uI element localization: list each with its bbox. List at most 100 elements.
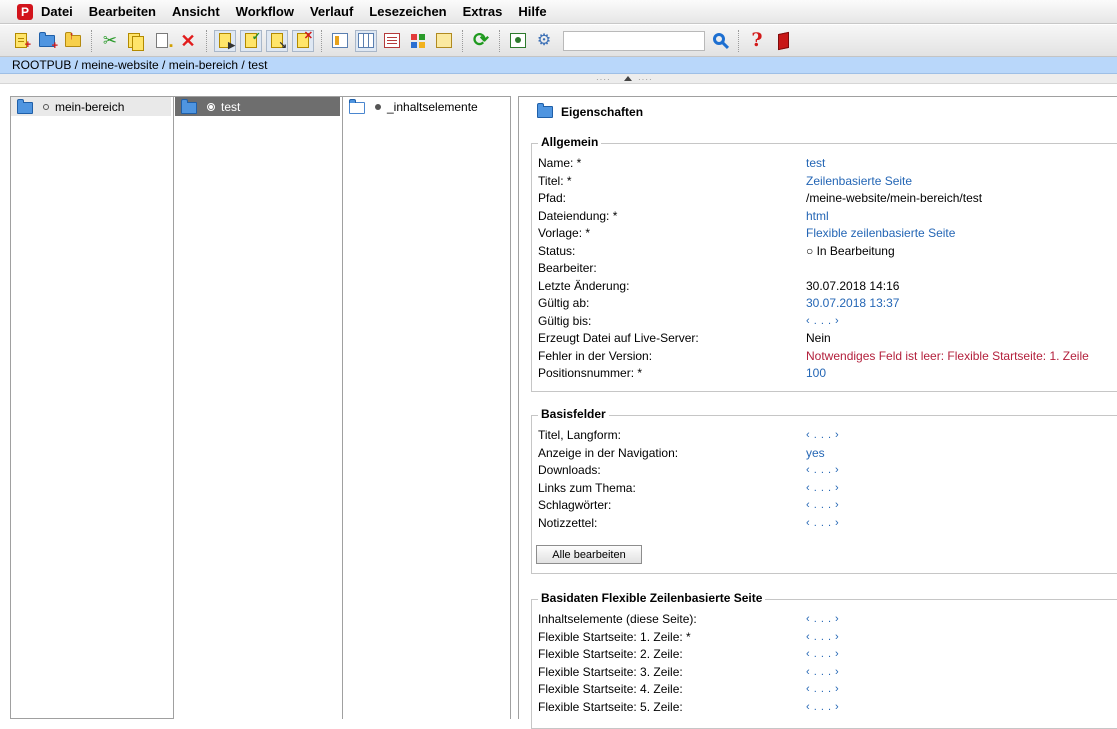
field-value-schlagwoerter[interactable]: ‹ . . . › [806,497,839,514]
column-1: mein-bereich [10,96,174,719]
field-value-links[interactable]: ‹ . . . › [806,480,839,497]
field-label: Notizzettel: [538,515,598,530]
folder-icon [349,99,365,114]
field-value-positionsnummer[interactable]: 100 [806,365,826,382]
new-page-icon[interactable]: + [10,30,32,52]
toolbar-separator [91,29,93,52]
field-label: Gültig bis: [538,313,592,328]
field-label: Gültig ab: [538,296,590,310]
fieldset-basisfelder: Basisfelder Titel, Langform: ‹ . . . › A… [531,407,1117,574]
edit-all-button[interactable]: Alle bearbeiten [536,545,642,564]
menu-lesezeichen[interactable]: Lesezeichen [361,0,454,24]
search-input[interactable] [563,30,705,51]
view-preview-icon[interactable] [433,30,455,52]
fieldset-basisdaten: Basidaten Flexible Zeilenbasierte Seite … [531,591,1117,729]
field-value-pfad: /meine-website/mein-bereich/test [806,191,983,205]
view-tiles-icon[interactable] [407,30,429,52]
view-columns-icon[interactable] [355,29,377,52]
menu-bearbeiten[interactable]: Bearbeiten [81,0,164,24]
field-label: Letzte Änderung: [538,278,630,293]
field-value-name[interactable]: test [806,155,825,172]
field-value-gueltig-ab[interactable]: 30.07.2018 13:37 [806,295,899,312]
new-folder-icon[interactable]: + [36,30,58,52]
fieldset-legend: Basisfelder [538,407,609,421]
field-value-titel[interactable]: Zeilenbasierte Seite [806,173,912,190]
field-value-letzte-aenderung: 30.07.2018 14:16 [806,278,900,293]
help-icon[interactable]: ? [746,30,768,52]
collapse-up-icon[interactable] [624,76,632,81]
field-value-dateiendung[interactable]: html [806,208,829,225]
preview-icon[interactable] [507,30,529,52]
status-selected-icon [207,102,215,111]
exit-icon[interactable] [772,30,794,52]
release-icon[interactable]: ✓ [240,29,262,52]
field-value-titel-langform[interactable]: ‹ . . . › [806,427,839,444]
app-logo-icon: P [17,3,33,20]
upload-icon[interactable]: ↑ [62,30,84,52]
view-list-icon[interactable] [329,30,351,52]
column-item-inhaltselemente[interactable]: _inhaltselemente [343,97,510,116]
field-label: Inhaltselemente (diese Seite): [538,612,697,626]
properties-title: Eigenschaften [537,103,644,119]
field-label: Flexible Startseite: 2. Zeile: [538,647,683,661]
column-3: _inhaltselemente [343,96,511,719]
field-label: Dateiendung: * [538,208,618,223]
menu-workflow[interactable]: Workflow [228,0,302,24]
column-item-mein-bereich[interactable]: mein-bereich [11,97,171,116]
approve-icon[interactable]: ↘ [266,29,288,52]
field-value-navigation[interactable]: yes [806,445,825,462]
move-icon[interactable]: ▶ [214,29,236,52]
status-open-icon [43,103,49,110]
splitter-grip-icon: ···· [638,75,653,84]
menu-verlauf[interactable]: Verlauf [302,0,361,24]
toolbar-separator [499,29,501,52]
field-label: Bearbeiter: [538,261,597,275]
menu-ansicht[interactable]: Ansicht [164,0,228,24]
field-label: Anzeige in der Navigation: [538,445,679,460]
field-value-zeile-5[interactable]: ‹ . . . › [806,699,839,716]
fieldset-legend: Allgemein [538,135,602,149]
toolbar-separator [206,29,208,52]
delete-icon[interactable]: ✕ [177,30,199,52]
field-value-zeile-2[interactable]: ‹ . . . › [806,646,839,663]
field-value-downloads[interactable]: ‹ . . . › [806,462,839,479]
field-value-vorlage[interactable]: Flexible zeilenbasierte Seite [806,225,955,242]
menu-hilfe[interactable]: Hilfe [510,0,554,24]
column-item-test[interactable]: test [175,97,340,116]
paste-icon[interactable]: ▪ [151,30,173,52]
menu-extras[interactable]: Extras [455,0,511,24]
field-label: Downloads: [538,463,601,477]
field-label: Fehler in der Version: [538,348,653,363]
field-value-inhaltselemente[interactable]: ‹ . . . › [806,611,839,628]
settings-icon[interactable]: ⚙ [533,30,555,52]
panel-splitter[interactable]: ···· ···· [0,74,1117,84]
field-value-gueltig-bis[interactable]: ‹ . . . › [806,313,839,330]
splitter-grip-icon: ···· [596,75,611,84]
field-value-zeile-3[interactable]: ‹ . . . › [806,664,839,681]
search-icon[interactable] [709,30,731,52]
refresh-icon[interactable]: ⟳ [470,30,492,52]
field-label: Flexible Startseite: 3. Zeile: [538,664,683,679]
field-label: Vorlage: * [538,226,591,240]
menu-datei[interactable]: Datei [37,0,81,24]
reject-icon[interactable]: ✕ [292,29,314,52]
view-details-icon[interactable] [381,30,403,52]
field-label: Name: * [538,156,582,170]
folder-open-icon [181,99,197,114]
field-value-fehler[interactable]: Notwendiges Feld ist leer: Flexible Star… [806,348,1089,365]
properties-panel: Eigenschaften Allgemein Name: * test Tit… [518,96,1117,729]
field-value-zeile-1[interactable]: ‹ . . . › [806,629,839,646]
status-filled-icon [375,103,381,110]
field-label: Status: [538,243,576,258]
field-value-zeile-4[interactable]: ‹ . . . › [806,681,839,698]
cut-icon[interactable]: ✂ [99,30,121,52]
toolbar-separator [321,29,323,52]
copy-icon[interactable] [125,30,147,52]
column-item-label: _inhaltselemente [387,99,478,114]
field-value-notizzettel[interactable]: ‹ . . . › [806,515,839,532]
field-label: Titel, Langform: [538,428,621,442]
field-label: Schlagwörter: [538,498,612,512]
field-label: Positionsnummer: * [538,366,643,380]
properties-title-label: Eigenschaften [561,105,644,119]
field-value-live-server: Nein [806,331,831,345]
